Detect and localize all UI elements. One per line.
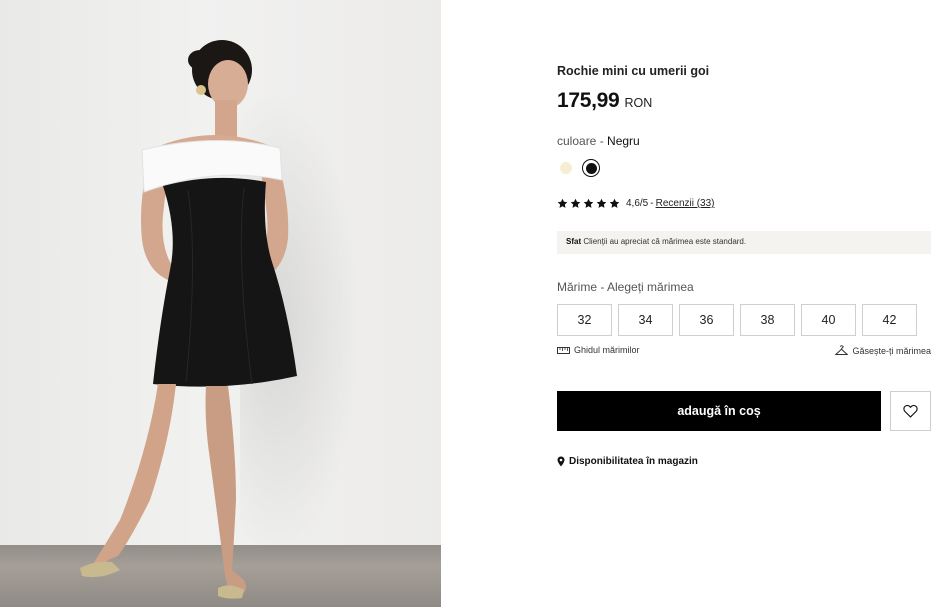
product-rating: 4,6/5 - Recenzii (33) (557, 198, 715, 209)
color-swatch-cream[interactable] (560, 162, 572, 174)
product-price: 175,99 RON (557, 89, 652, 113)
star-icon (609, 198, 620, 208)
size-label: Mărime - Alegeți mărimea (557, 280, 694, 294)
price-currency: RON (624, 96, 653, 110)
product-photo[interactable] (0, 0, 441, 607)
size-button-34[interactable]: 34 (618, 304, 673, 336)
size-button-42[interactable]: 42 (862, 304, 917, 336)
color-swatch-black-selected[interactable] (582, 159, 600, 177)
heart-icon (903, 404, 918, 418)
size-options: 32 34 36 38 40 42 (557, 304, 917, 336)
ruler-icon (557, 346, 570, 354)
size-button-40[interactable]: 40 (801, 304, 856, 336)
store-availability-link[interactable]: Disponibilitatea în magazin (557, 456, 698, 467)
hanger-icon (835, 345, 849, 355)
location-pin-icon (557, 456, 565, 467)
rating-separator: - (650, 198, 654, 209)
star-icon (570, 198, 581, 208)
fit-tip-banner: Sfat Clienții au apreciat că mărimea est… (557, 231, 931, 254)
product-title: Rochie mini cu umerii goi (557, 64, 710, 78)
size-guide-label: Ghidul mărimilor (574, 345, 640, 355)
size-button-32[interactable]: 32 (557, 304, 612, 336)
star-icon (596, 198, 607, 208)
find-size-label: Găsește-ți mărimea (852, 345, 931, 356)
model-illustration (80, 40, 297, 599)
store-availability-label: Disponibilitatea în magazin (569, 456, 698, 467)
price-amount: 175,99 (557, 89, 620, 112)
tip-text: Clienții au apreciat că mărimea este sta… (583, 237, 747, 246)
find-size-link[interactable]: Găsește-ți mărimea (835, 345, 931, 356)
product-info-panel: Rochie mini cu umerii goi 175,99 RON cul… (557, 0, 931, 607)
swatch-black-fill (585, 162, 597, 174)
rating-stars (557, 198, 620, 209)
color-label-prefix: culoare - (557, 134, 608, 148)
star-icon (557, 198, 568, 208)
add-to-cart-button[interactable]: adaugă în coș (557, 391, 881, 431)
size-button-36[interactable]: 36 (679, 304, 734, 336)
rating-score: 4,6/5 (626, 198, 649, 209)
size-guide-link[interactable]: Ghidul mărimilor (557, 345, 640, 355)
selected-color-name: Negru (607, 134, 640, 148)
size-button-38[interactable]: 38 (740, 304, 795, 336)
color-swatches (557, 159, 600, 177)
star-icon (583, 198, 594, 208)
reviews-link[interactable]: Recenzii (33) (656, 198, 715, 209)
tip-label: Sfat (566, 237, 582, 246)
color-label: culoare - Negru (557, 134, 640, 148)
wishlist-button[interactable] (890, 391, 931, 431)
